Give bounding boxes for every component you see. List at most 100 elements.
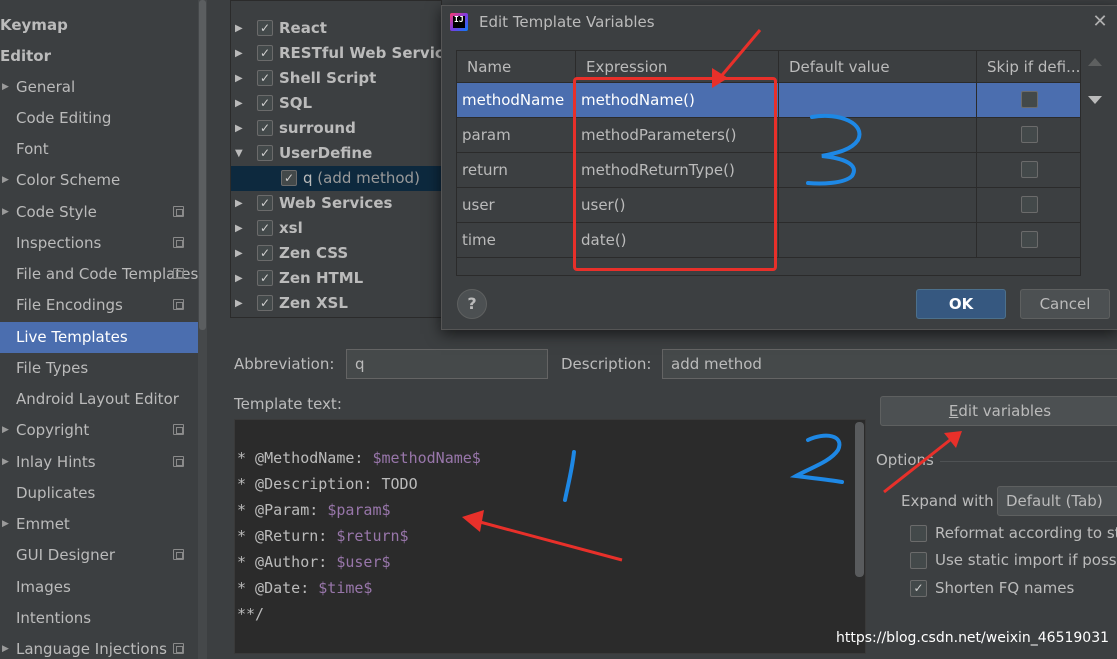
- sidebar-item-file-and-code-templates[interactable]: File and Code Templates: [0, 259, 207, 290]
- template-group-xsl[interactable]: ▶ ✓ xsl: [231, 216, 441, 241]
- template-group-zen-xsl[interactable]: ▶ ✓ Zen XSL: [231, 291, 441, 316]
- scroll-up-icon[interactable]: [1088, 58, 1102, 66]
- variable-default-value-cell[interactable]: [779, 223, 977, 258]
- column-header-default-value[interactable]: Default value: [779, 51, 977, 83]
- sidebar-item-emmet[interactable]: ▶ Emmet: [0, 509, 207, 540]
- variable-expression-cell[interactable]: methodParameters(): [576, 118, 779, 153]
- sidebar-item-duplicates[interactable]: Duplicates: [0, 478, 207, 509]
- scroll-down-icon[interactable]: [1088, 96, 1102, 104]
- expand-arrow-icon[interactable]: ▶: [235, 91, 243, 116]
- sidebar-scrollbar-thumb[interactable]: [199, 0, 206, 330]
- expand-arrow-icon[interactable]: ▶: [235, 266, 243, 291]
- variable-name-cell[interactable]: user: [457, 188, 576, 223]
- template-checkbox[interactable]: ✓: [257, 45, 273, 61]
- variable-expression-cell[interactable]: methodName(): [576, 83, 779, 118]
- template-group-zen-css[interactable]: ▶ ✓ Zen CSS: [231, 241, 441, 266]
- close-icon[interactable]: ✕: [1088, 10, 1112, 34]
- expand-arrow-icon[interactable]: ▶: [235, 16, 243, 41]
- expand-arrow-icon[interactable]: ▶: [2, 72, 9, 103]
- expand-arrow-icon[interactable]: ▶: [235, 66, 243, 91]
- template-checkbox[interactable]: ✓: [257, 95, 273, 111]
- sidebar-item-font[interactable]: Font: [0, 134, 207, 165]
- template-item-q[interactable]: ✓ q (add method): [231, 166, 441, 191]
- template-group-surround[interactable]: ▶ ✓ surround: [231, 116, 441, 141]
- variable-default-value-cell[interactable]: [779, 118, 977, 153]
- variable-skip-cell[interactable]: [977, 188, 1080, 223]
- sidebar-item-live-templates[interactable]: Live Templates: [0, 322, 207, 353]
- variable-name-cell[interactable]: time: [457, 223, 576, 258]
- variable-default-value-cell[interactable]: [779, 188, 977, 223]
- expand-arrow-icon[interactable]: ▶: [235, 41, 243, 66]
- variable-expression-cell[interactable]: user(): [576, 188, 779, 223]
- abbreviation-input[interactable]: q: [346, 349, 548, 379]
- variables-table-scrollbar[interactable]: [1084, 50, 1104, 276]
- expand-arrow-icon[interactable]: ▶: [2, 447, 9, 478]
- template-checkbox[interactable]: ✓: [257, 70, 273, 86]
- expand-with-select[interactable]: Default (Tab): [997, 486, 1117, 516]
- sidebar-item-keymap[interactable]: Keymap: [0, 10, 207, 41]
- variable-skip-cell[interactable]: [977, 223, 1080, 258]
- help-button[interactable]: ?: [457, 289, 487, 319]
- sidebar-item-file-types[interactable]: File Types: [0, 353, 207, 384]
- variable-name-cell[interactable]: return: [457, 153, 576, 188]
- expand-arrow-icon[interactable]: ▶: [235, 241, 243, 266]
- expand-arrow-icon[interactable]: ▶: [2, 197, 9, 228]
- variable-name-cell[interactable]: methodName: [457, 83, 576, 118]
- sidebar-item-language-injections[interactable]: ▶ Language Injections: [0, 634, 207, 659]
- sidebar-item-color-scheme[interactable]: ▶ Color Scheme: [0, 165, 207, 196]
- sidebar-item-copyright[interactable]: ▶ Copyright: [0, 415, 207, 446]
- sidebar-item-android-layout-editor[interactable]: Android Layout Editor: [0, 384, 207, 415]
- template-checkbox[interactable]: ✓: [257, 145, 273, 161]
- variable-default-value-cell[interactable]: [779, 153, 977, 188]
- sidebar-item-code-editing[interactable]: Code Editing: [0, 103, 207, 134]
- template-checkbox[interactable]: ✓: [257, 245, 273, 261]
- template-group-react[interactable]: ▶ ✓ React: [231, 16, 441, 41]
- expand-arrow-icon[interactable]: ▶: [235, 216, 243, 241]
- expand-arrow-icon[interactable]: ▶: [2, 165, 9, 196]
- editor-scrollbar[interactable]: [855, 422, 864, 577]
- sidebar-item-inspections[interactable]: Inspections: [0, 228, 207, 259]
- template-group-zen-html[interactable]: ▶ ✓ Zen HTML: [231, 266, 441, 291]
- sidebar-item-images[interactable]: Images: [0, 572, 207, 603]
- shorten-fq-option[interactable]: ✓ Shorten FQ names: [910, 577, 1117, 599]
- description-input[interactable]: add method: [662, 349, 1117, 379]
- sidebar-item-code-style[interactable]: ▶ Code Style: [0, 197, 207, 228]
- template-group-restful-web-services[interactable]: ▶ ✓ RESTful Web Services: [231, 41, 441, 66]
- template-group-web-services[interactable]: ▶ ✓ Web Services: [231, 191, 441, 216]
- expand-arrow-icon[interactable]: ▶: [235, 291, 243, 316]
- sidebar-item-editor[interactable]: Editor: [0, 41, 207, 72]
- skip-if-defined-checkbox[interactable]: [1021, 91, 1038, 108]
- template-group-sql[interactable]: ▶ ✓ SQL: [231, 91, 441, 116]
- column-header-name[interactable]: Name: [457, 51, 576, 83]
- expand-arrow-icon[interactable]: ▶: [2, 509, 9, 540]
- column-header-expression[interactable]: Expression: [576, 51, 779, 83]
- ok-button[interactable]: OK: [916, 289, 1006, 319]
- collapse-arrow-icon[interactable]: ▼: [235, 141, 243, 166]
- variable-skip-cell[interactable]: [977, 118, 1080, 153]
- template-group-shell-script[interactable]: ▶ ✓ Shell Script: [231, 66, 441, 91]
- static-import-checkbox[interactable]: [910, 552, 927, 569]
- expand-arrow-icon[interactable]: ▶: [235, 191, 243, 216]
- skip-if-defined-checkbox[interactable]: [1021, 196, 1038, 213]
- cancel-button[interactable]: Cancel: [1020, 289, 1110, 319]
- template-checkbox[interactable]: ✓: [281, 170, 297, 186]
- template-checkbox[interactable]: ✓: [257, 195, 273, 211]
- sidebar-item-file-encodings[interactable]: File Encodings: [0, 290, 207, 321]
- variable-expression-cell[interactable]: methodReturnType(): [576, 153, 779, 188]
- shorten-fq-checkbox[interactable]: ✓: [910, 580, 927, 597]
- template-checkbox[interactable]: ✓: [257, 295, 273, 311]
- sidebar-item-intentions[interactable]: Intentions: [0, 603, 207, 634]
- variable-skip-cell[interactable]: [977, 83, 1080, 118]
- variable-skip-cell[interactable]: [977, 153, 1080, 188]
- expand-arrow-icon[interactable]: ▶: [235, 116, 243, 141]
- edit-variables-button[interactable]: Edit variables: [880, 396, 1117, 426]
- reformat-checkbox[interactable]: [910, 525, 927, 542]
- column-header-skip-if-defined[interactable]: Skip if defi...: [977, 51, 1080, 83]
- template-checkbox[interactable]: ✓: [257, 220, 273, 236]
- skip-if-defined-checkbox[interactable]: [1021, 161, 1038, 178]
- sidebar-item-inlay-hints[interactable]: ▶ Inlay Hints: [0, 447, 207, 478]
- expand-arrow-icon[interactable]: ▶: [2, 634, 9, 659]
- variable-default-value-cell[interactable]: [779, 83, 977, 118]
- template-checkbox[interactable]: ✓: [257, 120, 273, 136]
- sidebar-item-gui-designer[interactable]: GUI Designer: [0, 540, 207, 571]
